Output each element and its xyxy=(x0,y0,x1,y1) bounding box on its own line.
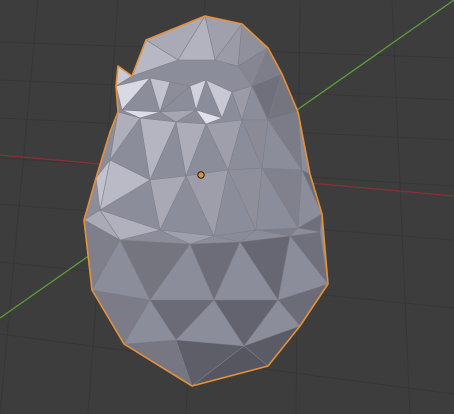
viewport-canvas[interactable] xyxy=(0,0,454,414)
3d-viewport[interactable] xyxy=(0,0,454,414)
object-origin-dot[interactable] xyxy=(197,171,205,179)
selected-mesh-object[interactable] xyxy=(83,15,329,387)
